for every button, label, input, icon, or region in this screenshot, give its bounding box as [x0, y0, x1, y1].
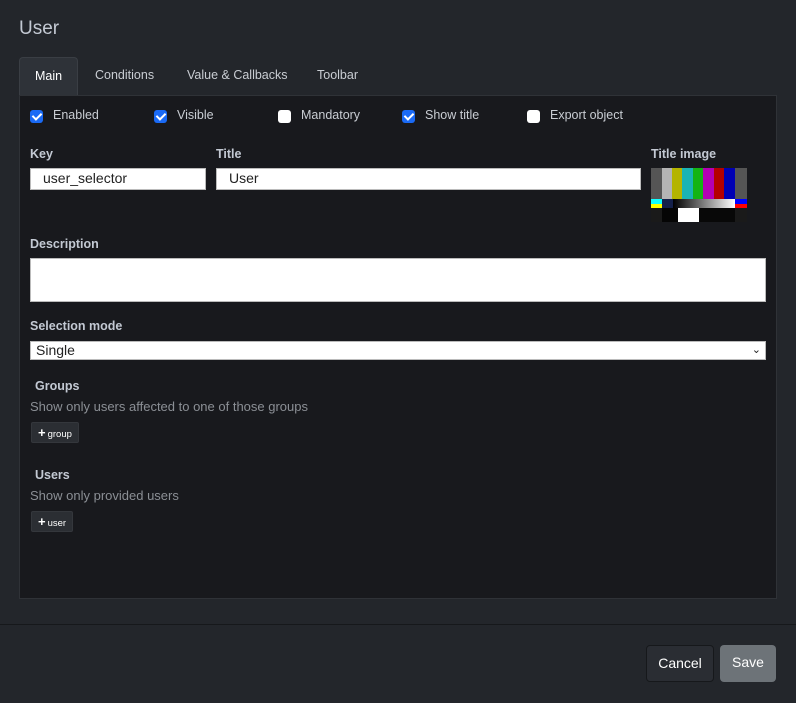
tab-toolbar[interactable]: Toolbar: [302, 57, 373, 95]
add-user-button[interactable]: + user: [31, 511, 74, 532]
chevron-down-icon: ⌄: [751, 344, 761, 356]
export-object-label: Export object: [550, 108, 623, 122]
add-group-label: group: [47, 429, 72, 440]
visible-checkbox[interactable]: [154, 110, 167, 123]
plus-icon: +: [38, 514, 46, 529]
show-title-label: Show title: [425, 108, 480, 122]
groups-description: Show only users affected to one of those…: [30, 399, 308, 414]
groups-label: Groups: [35, 379, 80, 393]
description-label: Description: [30, 237, 99, 251]
selection-mode-select[interactable]: Single ⌄: [30, 341, 766, 360]
tab-conditions[interactable]: Conditions: [80, 57, 169, 95]
title-label: Title: [216, 147, 242, 161]
users-label: Users: [35, 468, 70, 482]
mandatory-checkbox[interactable]: [278, 110, 291, 123]
add-user-label: user: [47, 518, 67, 529]
export-object-checkbox[interactable]: [527, 110, 540, 123]
users-description: Show only provided users: [30, 488, 179, 503]
dialog-title: User: [19, 18, 60, 39]
cancel-button[interactable]: Cancel: [646, 645, 714, 682]
enabled-checkbox[interactable]: [30, 110, 43, 123]
visible-label: Visible: [177, 108, 214, 122]
key-label: Key: [30, 147, 53, 161]
selection-mode-value: Single: [36, 342, 75, 358]
mandatory-label: Mandatory: [301, 108, 361, 122]
tab-main[interactable]: Main: [19, 57, 78, 95]
plus-icon: +: [38, 425, 46, 440]
selection-mode-label: Selection mode: [30, 319, 123, 333]
save-button[interactable]: Save: [720, 645, 776, 682]
title-image-test-pattern[interactable]: [651, 168, 747, 222]
tab-value-callbacks[interactable]: Value & Callbacks: [172, 57, 303, 95]
title-image-label: Title image: [651, 147, 717, 161]
description-textarea[interactable]: [30, 258, 766, 302]
key-input[interactable]: user_selector: [30, 168, 206, 190]
footer-divider: [0, 624, 796, 625]
enabled-label: Enabled: [53, 108, 99, 122]
show-title-checkbox[interactable]: [402, 110, 415, 123]
title-input[interactable]: User: [216, 168, 641, 190]
add-group-button[interactable]: + group: [31, 422, 79, 443]
